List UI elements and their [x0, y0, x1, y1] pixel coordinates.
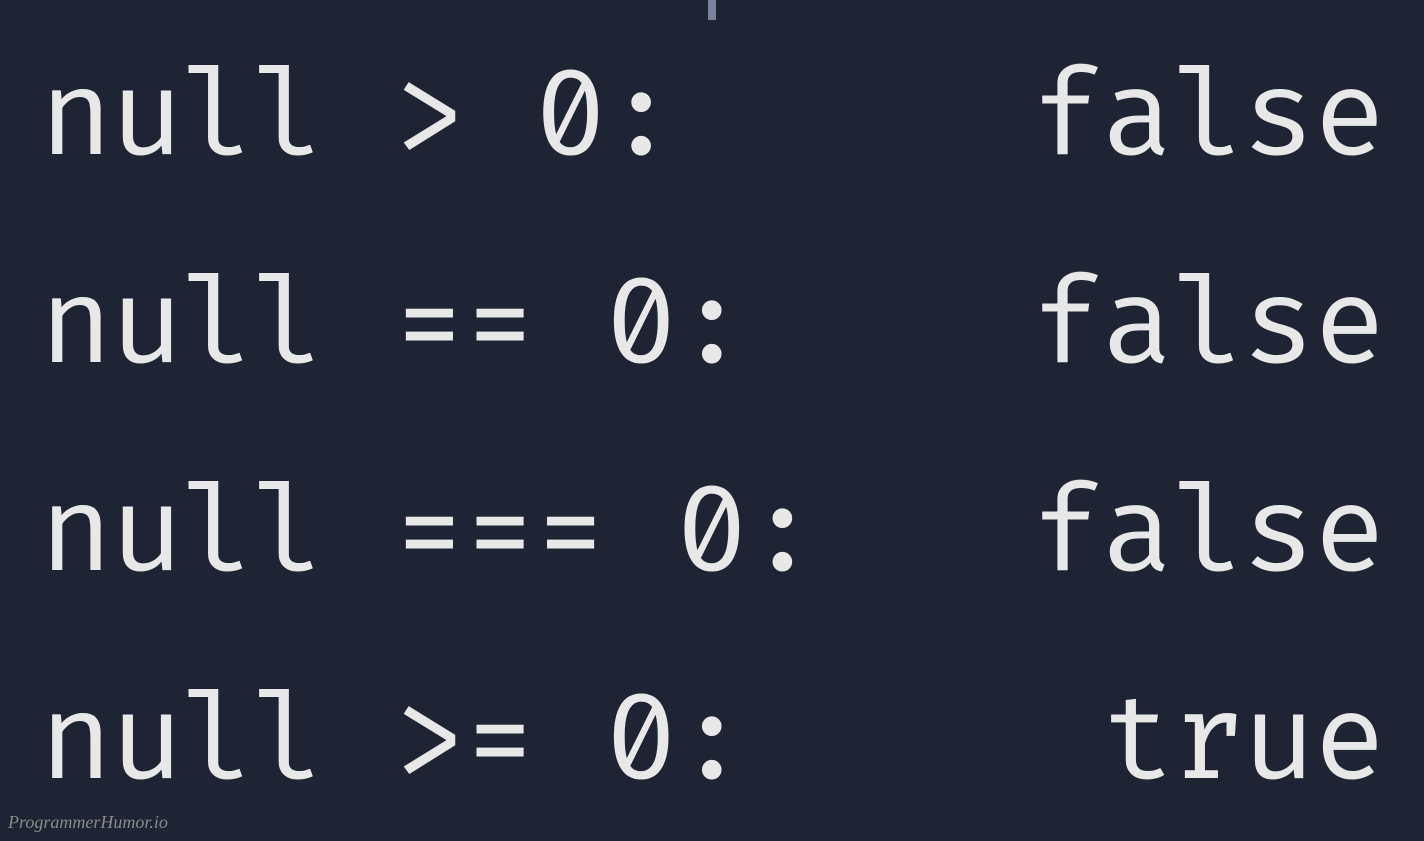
result-text: false [1031, 476, 1384, 594]
expression-text: null > 0: [40, 60, 676, 178]
watermark-text: ProgrammerHumor.io [8, 812, 168, 833]
expression-text: null === 0: [40, 476, 817, 594]
expression-text: null == 0: [40, 268, 746, 386]
expression-text: null >= 0: [40, 684, 746, 802]
code-line: null > 0: false [40, 60, 1384, 178]
code-line: null == 0: false [40, 268, 1384, 386]
code-block: null > 0: false null == 0: false null ==… [0, 0, 1424, 802]
result-text: false [1031, 268, 1384, 386]
cursor-indicator [708, 0, 716, 20]
result-text: true [1102, 684, 1384, 802]
result-text: false [1031, 60, 1384, 178]
code-line: null >= 0: true [40, 684, 1384, 802]
code-line: null === 0: false [40, 476, 1384, 594]
